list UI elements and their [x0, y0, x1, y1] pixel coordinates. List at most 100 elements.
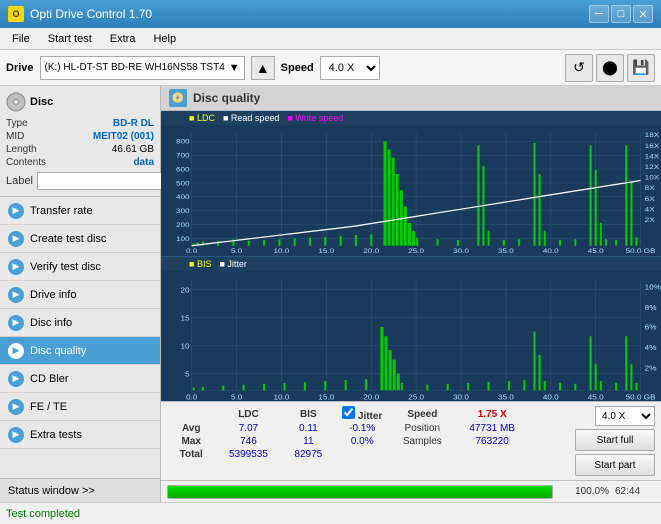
sidebar-item-label: Disc info: [30, 317, 72, 329]
chevron-down-icon: ▼: [229, 62, 240, 74]
close-button[interactable]: ✕: [633, 5, 653, 23]
ldc-legend: ■ LDC: [189, 113, 215, 123]
disc-contents-row: Contents data: [6, 157, 154, 168]
top-chart-area: 800 700 600 500 400 300 200 100 18X 16X: [161, 125, 661, 256]
top-chart: ■ LDC ■ Read speed ■ Write speed: [161, 111, 661, 257]
svg-text:2X: 2X: [645, 216, 655, 224]
speed-row: 4.0 X: [595, 406, 655, 426]
record-icon-button[interactable]: ⬤: [596, 54, 624, 82]
svg-text:50.0 GB: 50.0 GB: [626, 392, 656, 401]
disc-contents-value: data: [133, 157, 154, 168]
sidebar-item-transfer-rate[interactable]: ▶ Transfer rate: [0, 197, 160, 225]
max-jitter: 0.0%: [335, 435, 389, 448]
disc-label-input[interactable]: [37, 172, 175, 190]
svg-text:5: 5: [185, 369, 190, 378]
col-bis: BIS: [282, 406, 336, 422]
top-chart-svg: 800 700 600 500 400 300 200 100 18X 16X: [161, 125, 661, 256]
sidebar-item-verify-test-disc[interactable]: ▶ Verify test disc: [0, 253, 160, 281]
start-part-button[interactable]: Start part: [575, 454, 655, 476]
total-ldc: 5399535: [215, 448, 281, 461]
svg-text:8X: 8X: [645, 184, 655, 192]
svg-text:18X: 18X: [645, 131, 660, 139]
speed-select[interactable]: 4.0 X: [320, 56, 380, 80]
svg-text:30.0: 30.0: [453, 247, 469, 255]
minimize-button[interactable]: ─: [589, 5, 609, 23]
sidebar-item-disc-info[interactable]: ▶ Disc info: [0, 309, 160, 337]
svg-text:5.0: 5.0: [231, 392, 243, 401]
stats-table-container: LDC BIS Jitter Speed 1.75 X: [167, 406, 529, 461]
svg-text:800: 800: [176, 138, 190, 146]
svg-text:40.0: 40.0: [543, 392, 560, 401]
col-speed-label: Speed: [389, 406, 455, 422]
svg-text:4X: 4X: [645, 205, 655, 213]
svg-text:100: 100: [176, 235, 190, 243]
drive-select[interactable]: (K:) HL-DT-ST BD-RE WH16NS58 TST4 ▼: [40, 56, 245, 80]
total-bis: 82975: [282, 448, 336, 461]
speed-label: Speed: [281, 62, 314, 74]
svg-text:14X: 14X: [645, 152, 660, 160]
disc-mid-row: MID MEIT02 (001): [6, 131, 154, 142]
status-window-button[interactable]: Status window >>: [0, 478, 160, 502]
svg-text:2%: 2%: [645, 364, 657, 373]
sidebar-item-label: FE / TE: [30, 401, 67, 413]
maximize-button[interactable]: □: [611, 5, 631, 23]
total-val-empty: [455, 448, 529, 461]
stats-area: LDC BIS Jitter Speed 1.75 X: [161, 401, 661, 480]
sidebar-item-label: Create test disc: [30, 233, 106, 245]
total-label: Total: [167, 448, 215, 461]
speed-dropdown-select[interactable]: 4.0 X: [595, 406, 655, 426]
progress-percent: 100.0%: [559, 486, 609, 497]
max-ldc: 746: [215, 435, 281, 448]
avg-bis: 0.11: [282, 422, 336, 435]
disc-mid-value: MEIT02 (001): [93, 131, 154, 142]
create-test-disc-icon: ▶: [8, 231, 24, 247]
svg-text:10%: 10%: [645, 282, 661, 291]
svg-text:600: 600: [176, 165, 190, 173]
svg-text:45.0: 45.0: [588, 392, 605, 401]
svg-text:20: 20: [181, 285, 191, 294]
col-speed-value: 1.75 X: [455, 406, 529, 422]
menu-help[interactable]: Help: [145, 31, 184, 47]
charts-container: ■ LDC ■ Read speed ■ Write speed: [161, 111, 661, 401]
svg-text:700: 700: [176, 151, 190, 159]
menu-extra[interactable]: Extra: [102, 31, 144, 47]
top-legend: ■ LDC ■ Read speed ■ Write speed: [161, 111, 661, 125]
svg-text:8%: 8%: [645, 303, 657, 312]
start-full-button[interactable]: Start full: [575, 429, 655, 451]
jitter-checkbox[interactable]: [342, 406, 355, 419]
svg-text:300: 300: [176, 207, 190, 215]
sidebar-item-drive-info[interactable]: ▶ Drive info: [0, 281, 160, 309]
title-bar-left: O Opti Drive Control 1.70: [8, 6, 152, 22]
save-icon-button[interactable]: 💾: [627, 54, 655, 82]
disc-header: Disc: [6, 92, 154, 112]
col-ldc: LDC: [215, 406, 281, 422]
bottom-legend: ■ BIS ■ Jitter: [161, 257, 661, 271]
sidebar-item-extra-tests[interactable]: ▶ Extra tests: [0, 421, 160, 449]
sidebar-item-disc-quality[interactable]: ▶ Disc quality: [0, 337, 160, 365]
svg-text:5.0: 5.0: [231, 247, 242, 255]
svg-text:35.0: 35.0: [498, 392, 515, 401]
disc-type-label: Type: [6, 118, 28, 129]
svg-text:45.0: 45.0: [588, 247, 604, 255]
disc-quality-icon: ▶: [8, 343, 24, 359]
sidebar-item-label: Transfer rate: [30, 205, 93, 217]
disc-section: Disc Type BD-R DL MID MEIT02 (001) Lengt…: [0, 86, 160, 197]
menu-start-test[interactable]: Start test: [40, 31, 100, 47]
col-jitter-check: Jitter: [335, 406, 389, 422]
transfer-rate-icon: ▶: [8, 203, 24, 219]
refresh-icon-button[interactable]: ↺: [565, 54, 593, 82]
sidebar-item-fe-te[interactable]: ▶ FE / TE: [0, 393, 160, 421]
eject-button[interactable]: ▲: [251, 56, 275, 80]
disc-length-row: Length 46.61 GB: [6, 144, 154, 155]
sidebar-item-create-test-disc[interactable]: ▶ Create test disc: [0, 225, 160, 253]
svg-text:20.0: 20.0: [363, 247, 379, 255]
avg-label: Avg: [167, 422, 215, 435]
progress-time: 62:44: [615, 486, 655, 497]
sidebar-item-label: Extra tests: [30, 429, 82, 441]
svg-text:20.0: 20.0: [363, 392, 380, 401]
svg-text:0.0: 0.0: [186, 392, 198, 401]
menu-file[interactable]: File: [4, 31, 38, 47]
sidebar-item-label: Verify test disc: [30, 261, 101, 273]
read-speed-legend: ■ Read speed: [223, 113, 279, 123]
sidebar-item-cd-bler[interactable]: ▶ CD Bler: [0, 365, 160, 393]
